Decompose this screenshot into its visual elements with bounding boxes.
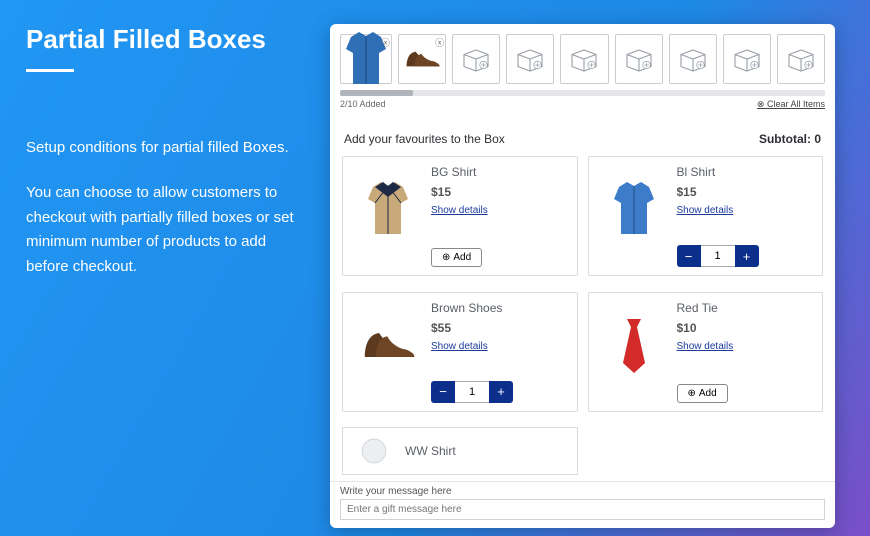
qty-input[interactable] (455, 381, 489, 403)
progress-count: 2/10 Added (340, 99, 386, 110)
product-card: Brown Shoes $55 Show details − + (342, 292, 578, 412)
subtotal: Subtotal: 0 (759, 132, 821, 146)
box-icon (678, 46, 708, 72)
remove-icon[interactable]: ⓧ (435, 36, 444, 49)
add-button[interactable]: ⊕ Add (677, 384, 728, 403)
gift-message-input[interactable] (340, 499, 825, 520)
box-icon (461, 46, 491, 72)
show-details-link[interactable]: Show details (431, 341, 567, 352)
product-card: Red Tie $10 Show details ⊕ Add (588, 292, 824, 412)
product-name: Red Tie (677, 301, 813, 315)
box-slot-empty[interactable] (506, 34, 554, 84)
quantity-stepper[interactable]: − + (431, 381, 513, 403)
qty-minus-button[interactable]: − (677, 245, 701, 267)
title-underline (26, 69, 74, 72)
progress-track (340, 90, 825, 96)
box-slot-empty[interactable] (615, 34, 663, 84)
product-grid: BG Shirt $15 Show details ⊕ Add Bl Shirt… (330, 156, 835, 481)
page-title: Partial Filled Boxes (26, 24, 304, 55)
show-details-link[interactable]: Show details (677, 205, 813, 216)
product-name: BG Shirt (431, 165, 567, 179)
gift-message-label: Write your message here (330, 482, 835, 499)
section-header: Add your favourites to the Box Subtotal:… (330, 116, 835, 156)
product-image (353, 433, 395, 469)
product-image (599, 165, 669, 253)
product-price: $55 (431, 321, 567, 335)
qty-minus-button[interactable]: − (431, 381, 455, 403)
product-card: Bl Shirt $15 Show details − + (588, 156, 824, 276)
product-image (599, 301, 669, 389)
info-panel: Partial Filled Boxes Setup conditions fo… (0, 0, 330, 536)
box-slot-empty[interactable] (560, 34, 608, 84)
box-slot-filled[interactable]: ⓧ (398, 34, 446, 84)
show-details-link[interactable]: Show details (431, 205, 567, 216)
box-slot-empty[interactable] (723, 34, 771, 84)
add-button[interactable]: ⊕ Add (431, 248, 482, 267)
qty-plus-button[interactable]: + (735, 245, 759, 267)
box-icon (515, 46, 545, 72)
qty-plus-button[interactable]: + (489, 381, 513, 403)
product-card: BG Shirt $15 Show details ⊕ Add (342, 156, 578, 276)
qty-input[interactable] (701, 245, 735, 267)
product-card-partial: WW Shirt (342, 427, 578, 475)
box-builder-window: ⓧ ⓧ (330, 24, 835, 528)
clear-all-link[interactable]: ⊗ Clear All Items (757, 99, 825, 110)
box-slot-empty[interactable] (452, 34, 500, 84)
product-price: $15 (431, 185, 567, 199)
quantity-stepper[interactable]: − + (677, 245, 759, 267)
progress-meta: 2/10 Added ⊗ Clear All Items (330, 96, 835, 116)
show-details-link[interactable]: Show details (677, 341, 813, 352)
remove-icon[interactable]: ⓧ (381, 36, 390, 49)
product-name: Brown Shoes (431, 301, 567, 315)
product-name: Bl Shirt (677, 165, 813, 179)
product-price: $10 (677, 321, 813, 335)
product-image (353, 165, 423, 253)
product-price: $15 (677, 185, 813, 199)
box-slots-row: ⓧ ⓧ (330, 24, 835, 88)
box-slot-empty[interactable] (777, 34, 825, 84)
description-para-2: You can choose to allow customers to che… (26, 181, 304, 280)
section-title: Add your favourites to the Box (344, 132, 505, 146)
description-para-1: Setup conditions for partial filled Boxe… (26, 136, 304, 161)
box-slot-empty[interactable] (669, 34, 717, 84)
gift-message-block: Write your message here (330, 481, 835, 528)
box-icon (569, 46, 599, 72)
box-icon (624, 46, 654, 72)
product-name: WW Shirt (405, 444, 456, 458)
box-icon (732, 46, 762, 72)
product-image (353, 301, 423, 389)
box-slot-filled[interactable]: ⓧ (340, 34, 392, 84)
page-description: Setup conditions for partial filled Boxe… (26, 136, 304, 280)
box-icon (786, 46, 816, 72)
